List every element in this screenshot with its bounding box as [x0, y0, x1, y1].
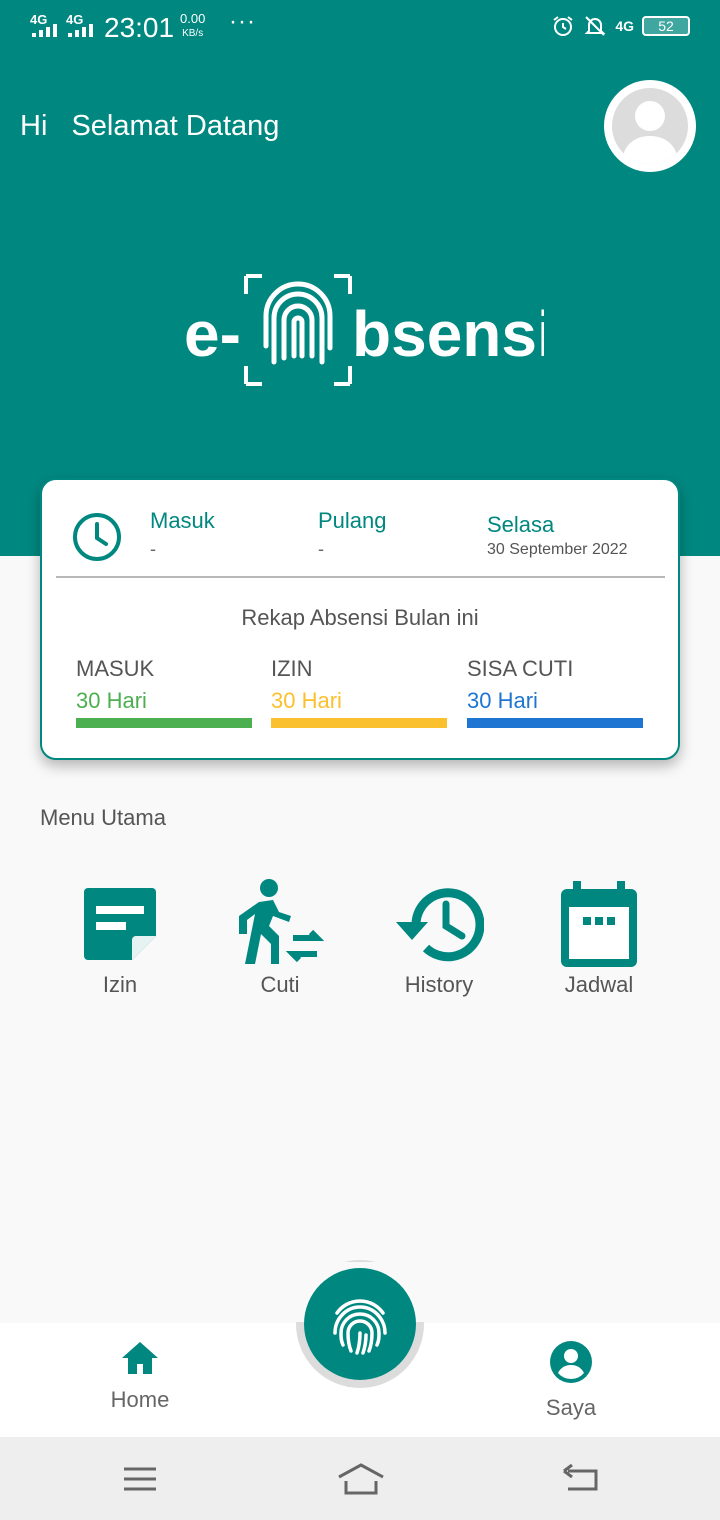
day-label: Selasa — [487, 512, 555, 537]
menu-item-cuti[interactable]: Cuti — [200, 876, 360, 998]
calendar-icon — [561, 881, 637, 967]
stat-masuk: MASUK 30 Hari — [76, 656, 252, 728]
avatar[interactable] — [604, 80, 696, 172]
note-icon — [84, 888, 156, 960]
attendance-card: Masuk - Pulang - Selasa 30 September 202… — [40, 478, 680, 760]
status-right: 4G 52 — [551, 14, 690, 38]
pulang-label: Pulang — [318, 508, 387, 533]
stat-izin: IZIN 30 Hari — [271, 656, 447, 728]
fingerprint-icon — [333, 1299, 387, 1355]
divider — [56, 576, 665, 578]
nav-saya-label: Saya — [545, 1395, 597, 1420]
avatar-placeholder-icon — [612, 88, 688, 164]
menu-item-history-label: History — [404, 972, 474, 997]
home-icon — [122, 1342, 158, 1374]
stat-izin-value: 30 Hari — [271, 688, 342, 713]
battery-indicator: 52 — [642, 16, 690, 36]
stat-izin-bar — [271, 718, 447, 728]
stat-sisa-cuti-label: SISA CUTI — [467, 656, 574, 681]
bell-off-icon — [584, 16, 606, 36]
menu-item-jadwal-label: Jadwal — [564, 972, 634, 997]
fingerprint-button[interactable] — [304, 1268, 416, 1380]
walk-transfer-icon — [239, 879, 325, 964]
pulang-value: - — [318, 539, 324, 559]
menu-item-jadwal[interactable]: Jadwal — [519, 876, 679, 998]
network-type: 4G — [615, 18, 634, 34]
stat-masuk-label: MASUK — [76, 656, 155, 681]
network-speed: 0.00 KB/s — [180, 11, 206, 39]
date-label: 30 September 2022 — [487, 541, 628, 558]
nav-home[interactable]: Home — [80, 1340, 200, 1413]
clock-time: 23:01 — [104, 12, 175, 43]
greeting-welcome: Selamat Datang — [71, 110, 280, 142]
greeting: Hi Selamat Datang — [20, 110, 279, 143]
stat-masuk-value: 30 Hari — [76, 688, 147, 713]
more-notifications: ··· — [229, 8, 256, 35]
nav-saya[interactable]: Saya — [511, 1340, 631, 1421]
menu-item-izin-label: Izin — [102, 972, 138, 997]
system-nav-bar — [0, 1437, 720, 1520]
menu-title: Menu Utama — [40, 805, 166, 830]
alarm-icon — [553, 16, 573, 36]
stat-sisa-cuti: SISA CUTI 30 Hari — [467, 656, 643, 728]
greeting-hi: Hi — [20, 110, 48, 142]
svg-text:e-: e- — [184, 298, 241, 370]
signal-1: 4G — [30, 12, 60, 37]
menu-item-history[interactable]: History — [359, 876, 519, 998]
stat-masuk-bar — [76, 718, 252, 728]
svg-text:bsensi: bsensi — [352, 298, 544, 370]
stat-sisa-cuti-value: 30 Hari — [467, 688, 538, 713]
rekap-title: Rekap Absensi Bulan ini — [241, 605, 479, 630]
menu-item-izin[interactable]: Izin — [40, 876, 200, 998]
menu-icon[interactable] — [122, 1459, 158, 1499]
app-logo: e- bsensi — [184, 272, 555, 388]
history-icon — [396, 888, 484, 962]
clock-icon — [73, 513, 121, 561]
back-icon[interactable] — [560, 1459, 600, 1499]
home-system-icon[interactable] — [336, 1459, 386, 1499]
menu-item-cuti-label: Cuti — [260, 972, 300, 997]
stat-sisa-cuti-bar — [467, 718, 643, 728]
nav-home-label: Home — [110, 1387, 170, 1412]
masuk-value: - — [150, 539, 156, 559]
masuk-label: Masuk — [150, 508, 215, 533]
account-icon — [550, 1341, 592, 1383]
stat-izin-label: IZIN — [271, 656, 313, 681]
status-bar: 4G 4G 23:01 0.00 KB/s ··· 4G 52 — [0, 0, 720, 56]
signal-2: 4G — [66, 12, 96, 37]
